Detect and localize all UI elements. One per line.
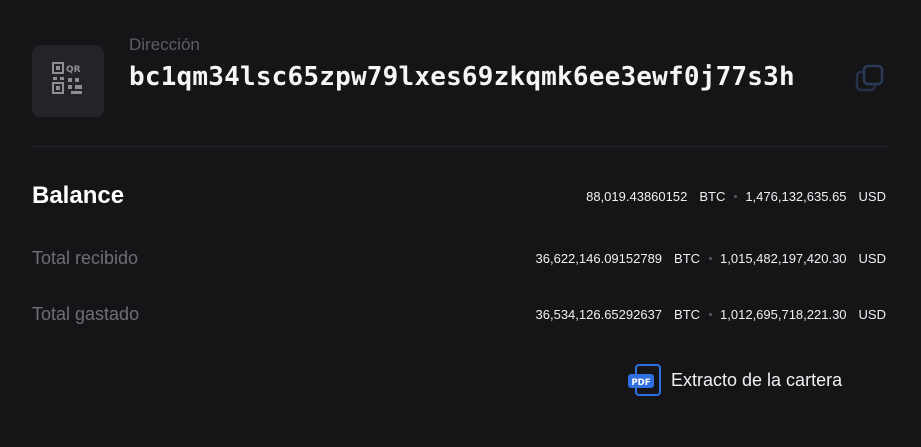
balance-values: 88,019.43860152 BTC 1,476,132,635.65 USD xyxy=(586,189,886,204)
balance-btc-unit: BTC xyxy=(699,188,726,204)
copy-address-button[interactable] xyxy=(852,63,888,99)
separator-dot xyxy=(709,312,713,316)
balance-label: Balance xyxy=(32,182,125,209)
svg-text:QR: QR xyxy=(66,65,81,75)
spent-usd-unit: USD xyxy=(858,306,886,322)
balance-btc-amount: 88,019.43860152 xyxy=(586,188,688,204)
wallet-statement-label: Extracto de la cartera xyxy=(671,369,843,390)
received-btc-unit: BTC xyxy=(674,250,701,266)
total-received-label: Total recibido xyxy=(32,247,139,268)
address-label: Dirección xyxy=(129,35,200,54)
total-spent-row: Total gastado 36,534,126.65292637 BTC 1,… xyxy=(32,298,886,330)
balance-usd-amount: 1,476,132,635.65 xyxy=(745,188,847,204)
qr-code-icon: QR xyxy=(51,61,85,102)
spent-btc-unit: BTC xyxy=(674,306,701,322)
address-summary-panel: QR Dirección bc1qm34lsc65zpw79lxes69zkqm… xyxy=(0,0,921,447)
received-usd-amount: 1,015,482,197,420.30 xyxy=(720,250,847,266)
separator-dot xyxy=(734,194,738,198)
received-usd-unit: USD xyxy=(858,250,886,266)
separator-dot xyxy=(709,256,713,260)
spent-usd-amount: 1,012,695,718,221.30 xyxy=(720,306,847,322)
total-received-values: 36,622,146.09152789 BTC 1,015,482,197,42… xyxy=(536,251,886,266)
balance-usd-unit: USD xyxy=(858,188,886,204)
wallet-statement-link[interactable]: PDF Extracto de la cartera xyxy=(627,363,842,397)
qr-code-button[interactable]: QR xyxy=(32,45,104,117)
spent-btc-amount: 36,534,126.65292637 xyxy=(535,306,663,322)
received-btc-amount: 36,622,146.09152789 xyxy=(535,250,663,266)
total-spent-label: Total gastado xyxy=(32,303,140,324)
pdf-icon: PDF xyxy=(627,363,663,397)
address-value[interactable]: bc1qm34lsc65zpw79lxes69zkqmk6ee3ewf0j77s… xyxy=(129,62,849,93)
balance-row: Balance 88,019.43860152 BTC 1,476,132,63… xyxy=(32,178,886,214)
total-spent-values: 36,534,126.65292637 BTC 1,012,695,718,22… xyxy=(536,307,886,322)
copy-icon xyxy=(855,64,885,99)
total-received-row: Total recibido 36,622,146.09152789 BTC 1… xyxy=(32,242,886,274)
svg-text:PDF: PDF xyxy=(631,378,650,388)
section-divider xyxy=(32,146,889,147)
